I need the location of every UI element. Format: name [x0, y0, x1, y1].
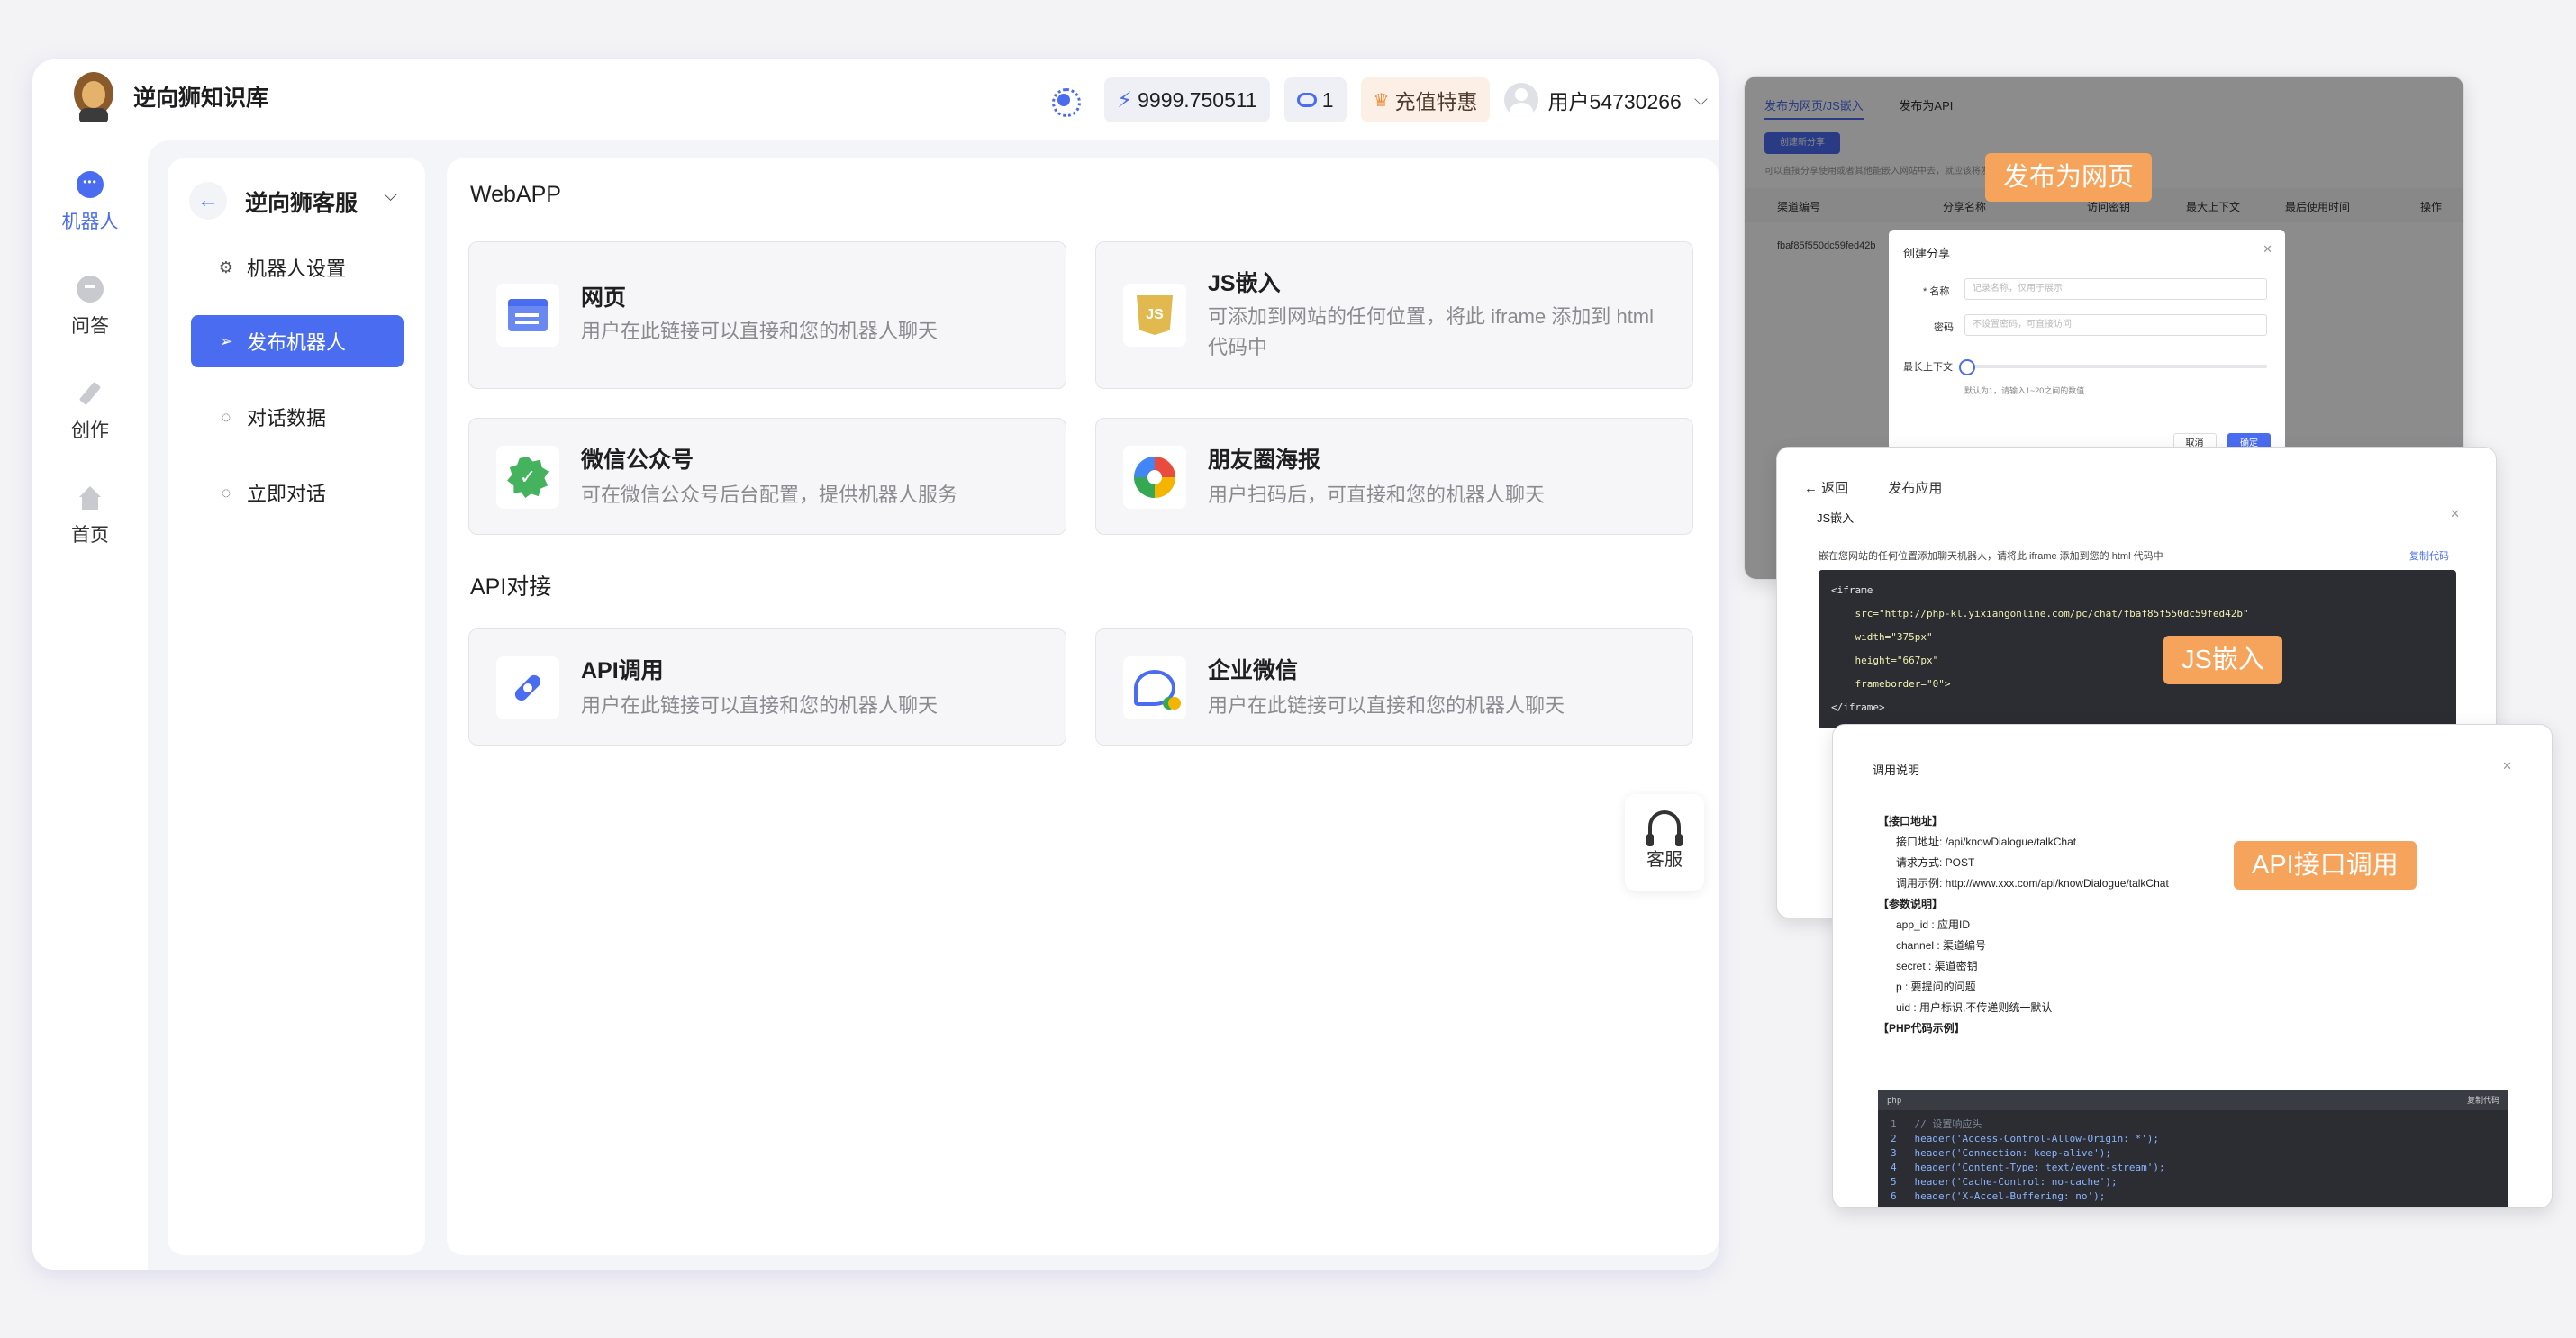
- card-desc: 用户在此链接可以直接和您的机器人聊天: [581, 320, 939, 342]
- close-icon: ✕: [2450, 507, 2460, 520]
- recharge-label: 充值特惠: [1394, 90, 1478, 113]
- rail-item-qa[interactable]: 问答: [32, 276, 148, 339]
- card-title: API调用: [581, 658, 664, 683]
- modal-title: JS嵌入: [1817, 511, 1855, 525]
- left-rail: 机器人 问答 创作 首页: [32, 140, 148, 1270]
- header-actions: ⚡ 9999.750511 1 ♛ 充值特惠 用户54730266 ⌵: [1050, 77, 1719, 122]
- user-menu[interactable]: 用户54730266 ⌵: [1504, 83, 1708, 117]
- work-wechat-icon: [1123, 656, 1186, 719]
- menu-item-publish-bot[interactable]: ➢ 发布机器人: [191, 315, 404, 367]
- card-desc: 可添加到网站的任何位置，将此 iframe 添加到 html 代码中: [1208, 305, 1655, 358]
- card-title: 微信公众号: [581, 448, 694, 473]
- card-desc: 用户在此链接可以直接和您的机器人聊天: [1208, 694, 1565, 717]
- webpage-icon: [496, 284, 559, 347]
- card-title: JS嵌入: [1208, 271, 1281, 296]
- menu-item-chat-now[interactable]: ◌ 立即对话: [191, 466, 404, 519]
- password-field: 不设置密码，可直接访问: [1964, 314, 2267, 336]
- balance-badge[interactable]: ⚡ 9999.750511: [1104, 77, 1270, 122]
- chevron-down-icon[interactable]: ⌵: [384, 185, 397, 206]
- modal-title: 创建分享: [1903, 247, 1951, 260]
- brand[interactable]: 逆向狮知识库: [68, 68, 268, 124]
- qa-icon: [77, 276, 104, 303]
- api-instructions: 【接口地址】 接口地址: /api/knowDialogue/talkChat …: [1878, 815, 2169, 1035]
- chat-bubble-icon: [1296, 93, 1317, 107]
- name-field: 记录名称，仅用于展示: [1964, 278, 2267, 300]
- modal-title: 调用说明: [1873, 764, 1920, 777]
- card-desc: 用户在此链接可以直接和您的机器人聊天: [581, 694, 939, 717]
- card-title: 朋友圈海报: [1208, 448, 1321, 473]
- section-title-api: API对接: [470, 574, 552, 600]
- username: 用户54730266: [1547, 90, 1682, 113]
- top-bar: 逆向狮知识库 ⚡ 9999.750511 1 ♛ 充值特惠 用户54730266…: [32, 59, 1719, 140]
- rail-item-label: 机器人: [61, 212, 119, 232]
- customer-service-button[interactable]: 客服: [1625, 794, 1704, 891]
- theme-toggle-sun-icon[interactable]: [1050, 86, 1082, 117]
- copy-code-link: 复制代码: [2409, 551, 2449, 562]
- card-js-embed[interactable]: JS JS嵌入 可添加到网站的任何位置，将此 iframe 添加到 html 代…: [1095, 241, 1693, 389]
- rail-item-label: 问答: [71, 316, 109, 337]
- robot-icon: [77, 171, 104, 198]
- close-icon: ✕: [2502, 759, 2512, 773]
- gear-icon: ⚙: [218, 258, 234, 276]
- home-icon: [77, 484, 104, 511]
- card-wechat-official[interactable]: ✓ 微信公众号 可在微信公众号后台配置，提供机器人服务: [468, 418, 1066, 535]
- card-moments-poster[interactable]: 朋友圈海报 用户扫码后，可直接和您的机器人聊天: [1095, 418, 1693, 535]
- api-plug-icon: [496, 656, 559, 719]
- card-work-wechat[interactable]: 企业微信 用户在此链接可以直接和您的机器人聊天: [1095, 628, 1693, 746]
- send-icon: ➢: [219, 331, 233, 350]
- context-slider: [1959, 359, 2267, 375]
- card-desc: 用户扫码后，可直接和您的机器人聊天: [1208, 484, 1546, 506]
- api-instructions-modal: 调用说明 ✕ 【接口地址】 接口地址: /api/knowDialogue/ta…: [1858, 746, 2525, 1207]
- card-api-call[interactable]: API调用 用户在此链接可以直接和您的机器人聊天: [468, 628, 1066, 746]
- create-share-modal: 创建分享 ✕ * 名称 记录名称，仅用于展示 密码 不设置密码，可直接访问 最长…: [1889, 230, 2285, 455]
- moments-icon: [1123, 446, 1186, 509]
- customer-service-label: 客服: [1646, 850, 1683, 870]
- menu-item-label: 机器人设置: [247, 258, 347, 280]
- card-title: 网页: [581, 285, 627, 311]
- tag-publish-webpage: 发布为网页: [1985, 153, 2153, 202]
- message-count-badge[interactable]: 1: [1283, 77, 1347, 122]
- bot-name[interactable]: 逆向狮客服: [245, 185, 358, 218]
- bot-subnav: ← 逆向狮客服 ⌵ ⚙ 机器人设置 ➢ 发布机器人 ◌ 对话数据 ◌ 立即对话: [168, 158, 425, 1255]
- menu-item-label: 立即对话: [247, 483, 327, 505]
- lion-logo-icon: [68, 68, 119, 124]
- menu-item-label: 对话数据: [247, 407, 327, 429]
- php-code-block: php 复制代码 1 // 设置响应头 2 header('Access-Contr…: [1878, 1090, 2508, 1207]
- tag-js-embed: JS嵌入: [2163, 636, 2282, 684]
- balance-value: 9999.750511: [1138, 87, 1257, 112]
- brand-name: 逆向狮知识库: [133, 86, 269, 111]
- close-icon: ✕: [2263, 242, 2272, 256]
- rail-item-create[interactable]: 创作: [32, 380, 148, 443]
- rail-item-home[interactable]: 首页: [32, 484, 148, 547]
- preview-api-call: 调用说明 ✕ 【接口地址】 接口地址: /api/knowDialogue/ta…: [1832, 724, 2553, 1208]
- menu-item-bot-settings[interactable]: ⚙ 机器人设置: [191, 241, 404, 294]
- headset-icon: [1646, 810, 1683, 846]
- rail-item-label: 首页: [71, 525, 109, 546]
- avatar: [1504, 83, 1539, 117]
- crown-icon: ♛: [1373, 90, 1390, 111]
- section-title-webapp: WebAPP: [470, 182, 561, 207]
- message-count: 1: [1321, 87, 1334, 112]
- chevron-down-icon: ⌵: [1693, 89, 1708, 110]
- card-desc: 可在微信公众号后台配置，提供机器人服务: [581, 484, 958, 506]
- pen-icon: [77, 380, 104, 407]
- iframe-code-block: <iframe src="http://php-kl.yixiangonline…: [1819, 570, 2456, 728]
- embed-hint: 嵌在您网站的任何位置添加聊天机器人，请将此 iframe 添加到您的 html …: [1819, 551, 2163, 562]
- rail-item-label: 创作: [71, 420, 109, 441]
- tag-api-call: API接口调用: [2234, 841, 2417, 890]
- menu-item-chat-data[interactable]: ◌ 对话数据: [191, 391, 404, 443]
- back-arrow-icon[interactable]: ←: [189, 182, 227, 220]
- card-webpage[interactable]: 网页 用户在此链接可以直接和您的机器人聊天: [468, 241, 1066, 389]
- recharge-button[interactable]: ♛ 充值特惠: [1360, 77, 1491, 122]
- chat-icon: ◌: [221, 483, 231, 502]
- lightning-icon: ⚡: [1117, 87, 1133, 113]
- publish-panel: WebAPP 网页 用户在此链接可以直接和您的机器人聊天 JS JS嵌入 可添加…: [447, 158, 1719, 1255]
- app-window: 逆向狮知识库 ⚡ 9999.750511 1 ♛ 充值特惠 用户54730266…: [32, 59, 1719, 1270]
- wechat-badge-icon: ✓: [496, 446, 559, 509]
- rail-item-robot[interactable]: 机器人: [32, 171, 148, 234]
- js-icon: JS: [1123, 284, 1186, 347]
- chat-icon: ◌: [221, 407, 231, 426]
- card-title: 企业微信: [1208, 658, 1299, 683]
- menu-item-label: 发布机器人: [247, 331, 347, 354]
